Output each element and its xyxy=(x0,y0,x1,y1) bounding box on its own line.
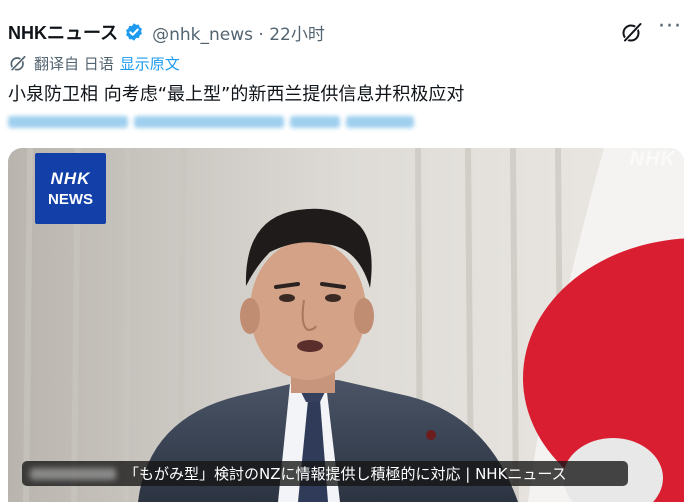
author-handle-line: @nhk_news · 22小时 xyxy=(152,20,325,45)
blurred-domain xyxy=(30,467,116,480)
blurred-link-text[interactable] xyxy=(8,116,420,128)
more-options-icon[interactable]: ··· xyxy=(658,16,682,48)
separator-dot: · xyxy=(258,24,264,45)
nhk-news-logo: NHK NEWS xyxy=(35,153,106,224)
link-card-caption[interactable]: 「もがみ型」検討のNZに情報提供し積極的に対応 | NHKニュース xyxy=(22,461,628,486)
translated-from-label: 翻译自 日语 xyxy=(34,54,114,73)
translation-notice: 翻译自 日语 显示原文 xyxy=(8,52,180,74)
author-handle[interactable]: @nhk_news xyxy=(152,25,253,45)
link-card-title: 「もがみ型」検討のNZに情報提供し積極的に対応 | NHKニュース xyxy=(124,465,567,483)
post-body-text: 小泉防卫相 向考虑“最上型”的新西兰提供信息并积极应对 xyxy=(8,84,465,105)
link-card-media[interactable]: NHK NEWS NHK 「もがみ型」検討のNZに情報提供し積極的に対応 | N… xyxy=(8,148,684,502)
post-timestamp[interactable]: 22小时 xyxy=(269,25,325,45)
nhk-watermark: NHK xyxy=(629,148,676,170)
show-original-link[interactable]: 显示原文 xyxy=(120,53,180,74)
author-display-name[interactable]: NHKニュース xyxy=(8,19,118,45)
post-header: NHKニュース @nhk_news · 22小时 ··· xyxy=(8,16,682,48)
news-photo xyxy=(8,148,684,502)
grok-icon[interactable] xyxy=(620,20,644,44)
verified-badge-icon[interactable] xyxy=(124,22,144,42)
header-actions: ··· xyxy=(620,16,682,48)
grok-translate-icon xyxy=(8,53,28,73)
